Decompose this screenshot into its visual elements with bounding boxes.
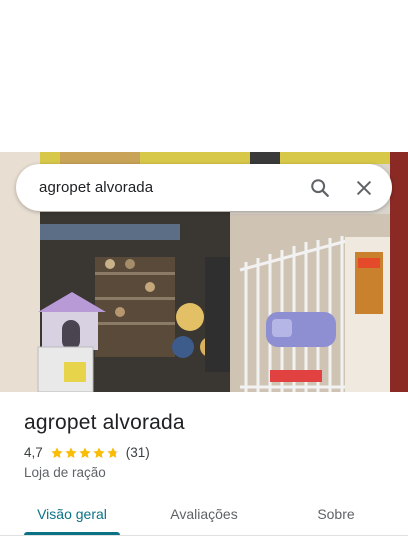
star-full-icon — [65, 446, 77, 458]
tab-about[interactable]: Sobre — [288, 492, 384, 536]
star-rating — [50, 446, 120, 460]
search-bar[interactable]: agropet alvorada — [16, 164, 392, 211]
tab-divider — [0, 535, 408, 536]
close-icon — [357, 180, 371, 195]
place-title: agropet alvorada — [24, 411, 185, 434]
rating-value: 4,7 — [24, 445, 43, 460]
tab-bar: Visão geral Avaliações Sobre — [0, 492, 408, 536]
search-button[interactable] — [302, 170, 338, 206]
rating-row[interactable]: 4,7 (31) — [24, 445, 150, 460]
place-category: Loja de ração — [24, 465, 106, 480]
tab-overview[interactable]: Visão geral — [24, 492, 120, 536]
star-full-icon — [93, 446, 105, 458]
tab-reviews[interactable]: Avaliações — [156, 492, 252, 536]
star-partial-icon — [107, 446, 119, 458]
star-full-icon — [79, 446, 91, 458]
search-icon — [311, 178, 329, 197]
search-input[interactable]: agropet alvorada — [39, 179, 294, 196]
review-count[interactable]: (31) — [126, 445, 150, 460]
clear-search-button[interactable] — [346, 170, 382, 206]
star-full-icon — [51, 446, 63, 458]
